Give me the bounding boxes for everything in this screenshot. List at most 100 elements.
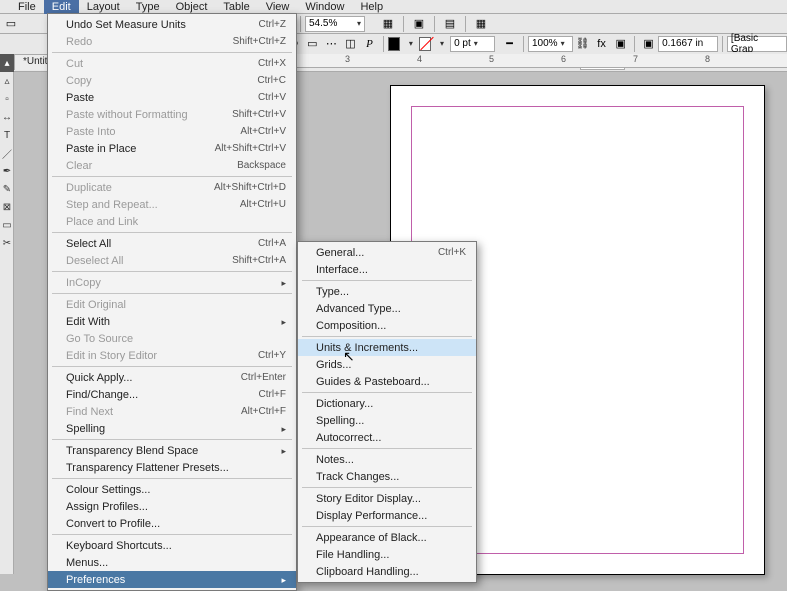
fill-dropdown[interactable] xyxy=(401,35,418,53)
menu-item-quick-apply[interactable]: Quick Apply...Ctrl+Enter xyxy=(48,369,296,386)
menu-item-appearance-of-black[interactable]: Appearance of Black... xyxy=(298,529,476,546)
menu-item-label: Display Performance... xyxy=(316,510,427,522)
menu-item-label: Dictionary... xyxy=(316,398,373,410)
page-tool-icon[interactable]: ▫ xyxy=(0,90,14,108)
menu-item-preferences[interactable]: Preferences xyxy=(48,571,296,588)
align-icon[interactable]: ▭ xyxy=(304,35,321,53)
menu-item-guides-pasteboard[interactable]: Guides & Pasteboard... xyxy=(298,373,476,390)
menu-item-transparency-blend-space[interactable]: Transparency Blend Space xyxy=(48,442,296,459)
frame-icon[interactable]: ▣ xyxy=(612,35,629,53)
menu-item-convert-to-profile[interactable]: Convert to Profile... xyxy=(48,515,296,532)
menu-object[interactable]: Object xyxy=(168,0,216,14)
menu-separator xyxy=(52,232,292,233)
menu-item-paste-into: Paste IntoAlt+Ctrl+V xyxy=(48,123,296,140)
menu-item-label: Keyboard Shortcuts... xyxy=(66,540,172,552)
menu-item-edit-with[interactable]: Edit With xyxy=(48,313,296,330)
menu-item-label: Composition... xyxy=(316,320,386,332)
menu-item-colour-settings[interactable]: Colour Settings... xyxy=(48,481,296,498)
scissors-tool-icon[interactable]: ✂ xyxy=(0,234,14,252)
menu-item-advanced-type[interactable]: Advanced Type... xyxy=(298,300,476,317)
stroke-dropdown[interactable] xyxy=(432,35,449,53)
menu-item-label: Appearance of Black... xyxy=(316,532,427,544)
stroke-swatch[interactable] xyxy=(419,37,431,51)
selection-mode-icon[interactable]: ▭ xyxy=(1,15,21,33)
menu-item-autocorrect[interactable]: Autocorrect... xyxy=(298,429,476,446)
stroke-style-icon[interactable]: ━ xyxy=(501,35,518,53)
menu-view[interactable]: View xyxy=(258,0,298,14)
menu-item-label: Autocorrect... xyxy=(316,432,381,444)
menu-item-display-performance[interactable]: Display Performance... xyxy=(298,507,476,524)
ruler-tick: 6 xyxy=(561,54,566,64)
object-style-select[interactable]: [Basic Grap xyxy=(727,36,787,52)
menu-item-general[interactable]: General...Ctrl+K xyxy=(298,244,476,261)
menu-item-dictionary[interactable]: Dictionary... xyxy=(298,395,476,412)
menu-item-undo-set-measure-units[interactable]: Undo Set Measure UnitsCtrl+Z xyxy=(48,16,296,33)
stroke-weight-field[interactable]: 0 pt xyxy=(450,36,495,52)
menu-item-units-increments[interactable]: Units & Increments... xyxy=(298,339,476,356)
menu-type[interactable]: Type xyxy=(128,0,168,14)
menu-item-assign-profiles[interactable]: Assign Profiles... xyxy=(48,498,296,515)
menu-item-type[interactable]: Type... xyxy=(298,283,476,300)
shortcut-label: Ctrl+K xyxy=(438,247,466,258)
menu-item-track-changes[interactable]: Track Changes... xyxy=(298,468,476,485)
shortcut-label: Shift+Ctrl+A xyxy=(232,255,286,266)
submenu-arrow-icon xyxy=(267,574,286,586)
menu-item-notes[interactable]: Notes... xyxy=(298,451,476,468)
menu-item-spelling[interactable]: Spelling... xyxy=(298,412,476,429)
selection-tool-icon[interactable]: ▴ xyxy=(0,54,14,72)
view-mode-icon[interactable]: ▦ xyxy=(378,15,398,33)
menu-table[interactable]: Table xyxy=(215,0,257,14)
menu-item-paste-without-formatting: Paste without FormattingShift+Ctrl+V xyxy=(48,106,296,123)
menu-item-composition[interactable]: Composition... xyxy=(298,317,476,334)
effects-icon[interactable]: fx xyxy=(593,35,610,53)
rect-tool-icon[interactable]: ▭ xyxy=(0,216,14,234)
type-tool-icon[interactable]: T xyxy=(0,126,14,144)
menu-item-clipboard-handling[interactable]: Clipboard Handling... xyxy=(298,563,476,580)
menu-item-label: File Handling... xyxy=(316,549,389,561)
link-icon[interactable]: ⛓ xyxy=(574,35,591,53)
shortcut-label: Alt+Ctrl+F xyxy=(241,406,286,417)
menu-item-file-handling[interactable]: File Handling... xyxy=(298,546,476,563)
scale-icon[interactable]: ◫ xyxy=(342,35,359,53)
menu-item-label: Copy xyxy=(66,75,92,87)
submenu-arrow-icon xyxy=(267,445,286,457)
pencil-tool-icon[interactable]: ✎ xyxy=(0,180,14,198)
menu-item-label: Paste in Place xyxy=(66,143,136,155)
shortcut-label: Ctrl+Y xyxy=(258,350,286,361)
menu-file[interactable]: File xyxy=(10,0,44,14)
menu-item-find-change[interactable]: Find/Change...Ctrl+F xyxy=(48,386,296,403)
menu-item-paste-in-place[interactable]: Paste in Place Alt+Shift+Ctrl+V xyxy=(48,140,296,157)
menu-item-transparency-flattener-presets[interactable]: Transparency Flattener Presets... xyxy=(48,459,296,476)
menu-item-keyboard-shortcuts[interactable]: Keyboard Shortcuts... xyxy=(48,537,296,554)
gap-tool-icon[interactable]: ↔ xyxy=(0,108,14,126)
menu-layout[interactable]: Layout xyxy=(79,0,128,14)
shortcut-label: Alt+Shift+Ctrl+V xyxy=(215,143,286,154)
corner-field[interactable]: 0.1667 in xyxy=(658,36,718,52)
menu-item-label: Transparency Flattener Presets... xyxy=(66,462,229,474)
pen-tool-icon[interactable]: ✒ xyxy=(0,162,14,180)
line-tool-icon[interactable]: ／ xyxy=(0,144,14,162)
menu-item-interface[interactable]: Interface... xyxy=(298,261,476,278)
textwrap-icon[interactable]: ▣ xyxy=(640,35,657,53)
paragraph-sign-icon[interactable]: P xyxy=(361,35,378,53)
menu-help[interactable]: Help xyxy=(352,0,391,14)
menu-item-grids[interactable]: Grids... xyxy=(298,356,476,373)
menu-item-clear: ClearBackspace xyxy=(48,157,296,174)
screen-mode-icon[interactable]: ▣ xyxy=(409,15,429,33)
menu-item-paste[interactable]: PasteCtrl+V xyxy=(48,89,296,106)
distribute-icon[interactable]: ⋯ xyxy=(323,35,340,53)
menu-item-story-editor-display[interactable]: Story Editor Display... xyxy=(298,490,476,507)
menu-edit[interactable]: Edit xyxy=(44,0,79,14)
zoom-select[interactable]: 54.5% xyxy=(305,16,365,32)
fill-swatch[interactable] xyxy=(388,37,400,51)
scale-x-field[interactable]: 100% xyxy=(528,36,573,52)
menu-item-menus[interactable]: Menus... xyxy=(48,554,296,571)
workspace-icon[interactable]: ▦ xyxy=(471,15,491,33)
frame-tool-icon[interactable]: ⊠ xyxy=(0,198,14,216)
arrange-icon[interactable]: ▤ xyxy=(440,15,460,33)
ruler-tick: 8 xyxy=(705,54,710,64)
menu-item-select-all[interactable]: Select AllCtrl+A xyxy=(48,235,296,252)
menu-window[interactable]: Window xyxy=(297,0,352,14)
menu-item-spelling[interactable]: Spelling xyxy=(48,420,296,437)
direct-select-tool-icon[interactable]: ▵ xyxy=(0,72,14,90)
